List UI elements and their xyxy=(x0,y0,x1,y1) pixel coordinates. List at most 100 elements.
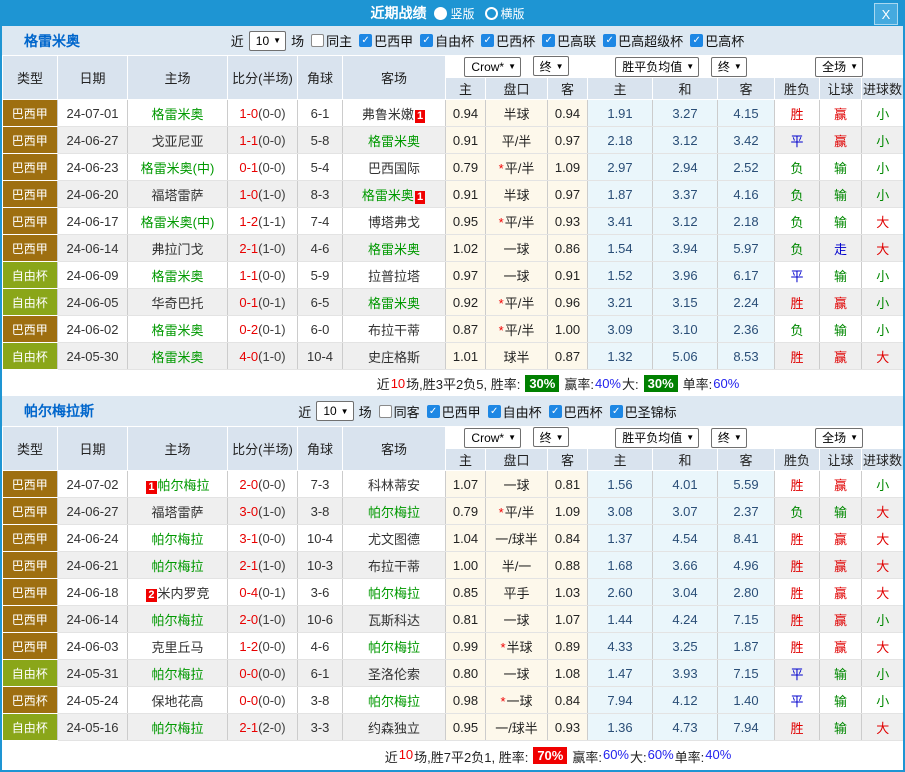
result-handicap: 输 xyxy=(820,316,862,343)
asian-handicap-line: 平手 xyxy=(486,579,548,606)
league-checkbox[interactable]: ✓ xyxy=(427,405,440,418)
match-date: 24-06-14 xyxy=(58,606,128,633)
team-name: 戈亚尼亚 xyxy=(151,134,203,149)
team-name: 布拉干蒂 xyxy=(368,323,420,338)
asian-home-odds: 0.85 xyxy=(446,579,486,606)
league-type-cell: 自由杯 xyxy=(3,289,58,316)
summary-text: 单率: xyxy=(683,374,713,393)
team-name-link[interactable]: 格雷米奥 xyxy=(24,31,80,51)
fulltime-score: 1-1 xyxy=(239,133,258,148)
horizontal-radio-label[interactable]: 横版 xyxy=(501,5,525,22)
vertical-radio-label[interactable]: 竖版 xyxy=(450,5,474,22)
halftime-score: (1-0) xyxy=(258,241,285,256)
asian-handicap-line: *一球 xyxy=(486,687,548,714)
fullmatch-select[interactable]: 全场▼ xyxy=(815,57,863,77)
match-score: 1-0(1-0) xyxy=(228,181,298,208)
close-button[interactable]: X xyxy=(874,3,898,25)
league-checkbox[interactable]: ✓ xyxy=(603,34,616,47)
col-score: 比分(半场) xyxy=(228,56,298,100)
rate-value: 60% xyxy=(648,747,674,762)
europe-avg-select[interactable]: 胜平负均值▼ xyxy=(615,57,699,77)
same-venue-checkbox[interactable] xyxy=(311,34,324,47)
recent-count-value: 10 xyxy=(323,404,336,418)
horizontal-radio[interactable] xyxy=(485,7,498,20)
asian-handicap-line: 一球 xyxy=(486,235,548,262)
result-handicap: 赢 xyxy=(820,127,862,154)
team-name: 帕尔梅拉 xyxy=(151,559,203,574)
match-date: 24-06-09 xyxy=(58,262,128,289)
asian-handicap-line: 一球 xyxy=(486,471,548,498)
summary-count: 10 xyxy=(399,747,413,762)
europe-draw-odds: 3.25 xyxy=(653,633,718,660)
asian-handicap-line: 平/半 xyxy=(486,127,548,154)
asian-handicap-line: *半球 xyxy=(486,633,548,660)
corners-score: 6-1 xyxy=(298,100,343,127)
col-type: 类型 xyxy=(3,56,58,100)
result-wdl: 胜 xyxy=(775,633,820,660)
halftime-score: (1-0) xyxy=(258,504,285,519)
home-team: 保地花高 xyxy=(128,687,228,714)
league-type-cell: 巴西甲 xyxy=(3,579,58,606)
league-checkbox[interactable]: ✓ xyxy=(542,34,555,47)
europe-draw-odds: 3.37 xyxy=(653,181,718,208)
recent-count-select[interactable]: 10▼ xyxy=(316,401,353,421)
final-odds-select[interactable]: 终▼ xyxy=(533,56,569,76)
match-date: 24-05-16 xyxy=(58,714,128,741)
vertical-radio[interactable] xyxy=(434,7,447,20)
fullmatch-select[interactable]: 全场▼ xyxy=(815,428,863,448)
result-goals: 小 xyxy=(862,289,904,316)
league-type-cell: 巴西甲 xyxy=(3,235,58,262)
final-europe-select[interactable]: 终▼ xyxy=(711,428,747,448)
match-score: 0-2(0-1) xyxy=(228,316,298,343)
rate-badge: 30% xyxy=(644,375,678,392)
asian-home-odds: 1.01 xyxy=(446,343,486,370)
league-checkbox[interactable]: ✓ xyxy=(481,34,494,47)
away-team: 史庄格斯 xyxy=(343,343,446,370)
europe-away-odds: 1.40 xyxy=(718,687,775,714)
europe-draw-odds: 4.73 xyxy=(653,714,718,741)
col-handicap: 让球 xyxy=(820,449,862,471)
asian-home-odds: 1.04 xyxy=(446,525,486,552)
star-icon: * xyxy=(499,505,504,520)
fulltime-score: 2-0 xyxy=(239,477,258,492)
recent-count-select[interactable]: 10▼ xyxy=(249,31,286,51)
league-checkbox[interactable]: ✓ xyxy=(610,405,623,418)
match-score: 0-0(0-0) xyxy=(228,687,298,714)
summary-line: 近10场,胜3平2负5, 胜率:30%赢率:40%大:30%单率:60% xyxy=(2,370,903,396)
europe-home-odds: 1.36 xyxy=(588,714,653,741)
corners-score: 10-3 xyxy=(298,552,343,579)
league-checkbox[interactable]: ✓ xyxy=(420,34,433,47)
result-goals: 小 xyxy=(862,100,904,127)
asian-home-odds: 0.79 xyxy=(446,498,486,525)
europe-away-odds: 2.36 xyxy=(718,316,775,343)
result-goals: 小 xyxy=(862,687,904,714)
team-name: 格雷米奥 xyxy=(151,323,203,338)
europe-home-odds: 2.97 xyxy=(588,154,653,181)
europe-avg-select[interactable]: 胜平负均值▼ xyxy=(615,428,699,448)
team-name-link[interactable]: 帕尔梅拉斯 xyxy=(24,401,94,421)
summary-count: 10 xyxy=(391,376,405,391)
near-label: 近 xyxy=(231,31,244,50)
home-team: 2米内罗竞 xyxy=(128,579,228,606)
league-checkbox[interactable]: ✓ xyxy=(488,405,501,418)
company-select[interactable]: Crow*▼ xyxy=(464,428,521,448)
result-wdl: 平 xyxy=(775,127,820,154)
away-team: 约森独立 xyxy=(343,714,446,741)
match-score: 0-1(0-1) xyxy=(228,289,298,316)
fulltime-score: 2-0 xyxy=(239,612,258,627)
final-odds-select[interactable]: 终▼ xyxy=(533,427,569,447)
league-checkbox[interactable]: ✓ xyxy=(549,405,562,418)
company-select[interactable]: Crow*▼ xyxy=(464,57,521,77)
asian-home-odds: 0.99 xyxy=(446,633,486,660)
match-score: 2-1(2-0) xyxy=(228,714,298,741)
league-checkbox[interactable]: ✓ xyxy=(690,34,703,47)
away-team: 帕尔梅拉 xyxy=(343,579,446,606)
away-team: 格雷米奥1 xyxy=(343,181,446,208)
final-europe-select[interactable]: 终▼ xyxy=(711,57,747,77)
rate-value: 40% xyxy=(705,747,731,762)
fulltime-score: 0-4 xyxy=(239,585,258,600)
result-handicap: 输 xyxy=(820,660,862,687)
league-checkbox-label: 巴西甲 xyxy=(374,31,413,50)
same-venue-checkbox[interactable] xyxy=(379,405,392,418)
league-checkbox[interactable]: ✓ xyxy=(359,34,372,47)
